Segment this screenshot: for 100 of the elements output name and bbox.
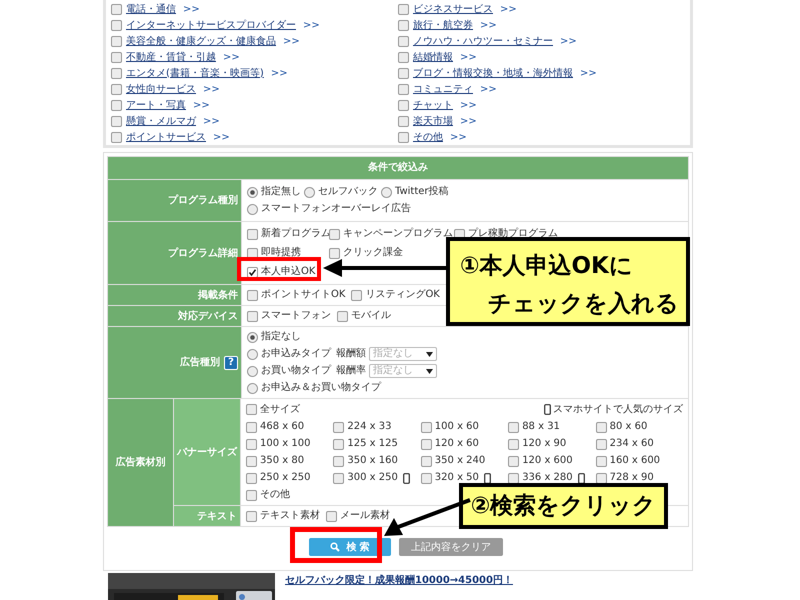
checkbox[interactable] (398, 132, 409, 142)
checkbox[interactable] (111, 36, 122, 46)
radio-button[interactable] (247, 186, 258, 198)
checkbox[interactable] (398, 68, 409, 78)
checkbox[interactable] (247, 266, 258, 278)
category-link[interactable]: ノウハウ・ハウツー・セミナー (413, 34, 553, 48)
more-link[interactable]: >> (580, 66, 597, 80)
category-link[interactable]: 電話・通信 (126, 2, 176, 16)
checkbox[interactable] (326, 510, 337, 522)
category-link[interactable]: その他 (413, 130, 443, 144)
checkbox[interactable] (247, 290, 258, 300)
checkbox[interactable] (246, 472, 257, 484)
checkbox[interactable] (247, 248, 258, 258)
checkbox[interactable] (247, 228, 258, 240)
checkbox[interactable] (596, 438, 607, 450)
checkbox[interactable] (398, 116, 409, 126)
more-link[interactable]: >> (460, 50, 477, 64)
checkbox[interactable] (596, 456, 607, 466)
checkbox[interactable] (398, 100, 409, 110)
category-link[interactable]: チャット (413, 98, 453, 112)
radio-button[interactable] (247, 332, 258, 342)
radio-button[interactable] (247, 382, 258, 394)
checkbox[interactable] (333, 472, 344, 484)
category-link[interactable]: ビジネスサービス (413, 2, 493, 16)
more-link[interactable]: >> (203, 114, 220, 128)
more-link[interactable]: >> (460, 98, 477, 112)
checkbox[interactable] (398, 4, 409, 14)
more-link[interactable]: >> (203, 82, 220, 96)
checkbox[interactable] (246, 404, 257, 415)
category-link[interactable]: エンタメ(書籍・音楽・映画等) (126, 66, 264, 80)
checkbox[interactable] (398, 20, 409, 30)
more-link[interactable]: >> (460, 114, 477, 128)
select-label: 報酬率 (336, 364, 366, 378)
category-link[interactable]: 女性向サービス (126, 82, 196, 96)
more-link[interactable]: >> (270, 66, 288, 80)
select-label: 報酬額 (336, 347, 366, 361)
more-link[interactable]: >> (303, 18, 320, 32)
radio-button[interactable] (247, 348, 258, 360)
checkbox[interactable] (333, 438, 344, 450)
more-link[interactable]: >> (560, 34, 577, 48)
category-link[interactable]: 旅行・航空券 (413, 18, 473, 32)
checkbox[interactable] (111, 20, 122, 30)
checkbox[interactable] (246, 490, 257, 500)
help-button[interactable]: ? (224, 356, 238, 370)
checkbox[interactable] (329, 248, 340, 258)
checkbox[interactable] (111, 100, 122, 110)
checkbox[interactable] (398, 52, 409, 62)
more-link[interactable]: >> (480, 82, 497, 96)
radio-button[interactable] (381, 186, 392, 198)
radio-button[interactable] (304, 186, 315, 198)
checkbox[interactable] (246, 456, 257, 466)
checkbox[interactable] (111, 116, 122, 126)
category-link[interactable]: インターネットサービスプロバイダー (126, 18, 296, 32)
category-link[interactable]: ポイントサービス (126, 130, 206, 144)
option-label: 指定無し (261, 185, 301, 199)
checkbox[interactable] (111, 4, 122, 14)
category-link[interactable]: コミュニティ (413, 82, 473, 96)
checkbox[interactable] (246, 422, 257, 432)
more-link[interactable]: >> (500, 2, 517, 16)
category-link[interactable]: 楽天市場 (413, 114, 453, 128)
more-link[interactable]: >> (193, 98, 210, 112)
checkbox[interactable] (420, 456, 432, 466)
checkbox[interactable] (111, 52, 122, 62)
category-link[interactable]: ブログ・情報交換・地域・海外情報 (413, 66, 573, 80)
checkbox[interactable] (596, 472, 607, 484)
radio-button[interactable] (247, 204, 258, 214)
more-link[interactable]: >> (223, 50, 240, 64)
checkbox[interactable] (420, 438, 432, 450)
checkbox[interactable] (508, 438, 520, 450)
more-link[interactable]: >> (213, 130, 230, 144)
checkbox[interactable] (333, 456, 344, 466)
checkbox[interactable] (246, 438, 257, 450)
checkbox[interactable] (351, 290, 362, 300)
more-link[interactable]: >> (183, 2, 200, 16)
checkbox[interactable] (398, 36, 409, 46)
checkbox[interactable] (508, 456, 520, 466)
category-link[interactable]: 懸賞・メルマガ (126, 114, 196, 128)
promo-link[interactable]: セルフバック限定！成果報酬10000→45000円！ (285, 573, 513, 588)
checkbox[interactable] (329, 228, 340, 240)
category-link[interactable]: 不動産・賃貸・引越 (126, 50, 216, 64)
checkbox[interactable] (420, 422, 432, 432)
radio-button[interactable] (247, 366, 258, 376)
more-link[interactable]: >> (283, 34, 300, 48)
checkbox[interactable] (247, 310, 258, 322)
more-link[interactable]: >> (450, 130, 467, 144)
checkbox[interactable] (508, 472, 520, 484)
checkbox[interactable] (111, 84, 122, 94)
checkbox[interactable] (398, 84, 409, 94)
checkbox[interactable] (337, 310, 348, 322)
checkbox[interactable] (333, 422, 344, 432)
checkbox[interactable] (111, 132, 122, 142)
checkbox[interactable] (508, 422, 520, 432)
checkbox[interactable] (596, 422, 607, 432)
checkbox[interactable] (246, 510, 257, 522)
category-link[interactable]: 結婚情報 (413, 50, 453, 64)
checkbox[interactable] (111, 68, 122, 78)
category-link[interactable]: 美容全般・健康グッズ・健康食品 (126, 34, 276, 48)
category-link[interactable]: アート・写真 (126, 98, 186, 112)
checkbox[interactable] (420, 472, 432, 484)
more-link[interactable]: >> (480, 18, 497, 32)
